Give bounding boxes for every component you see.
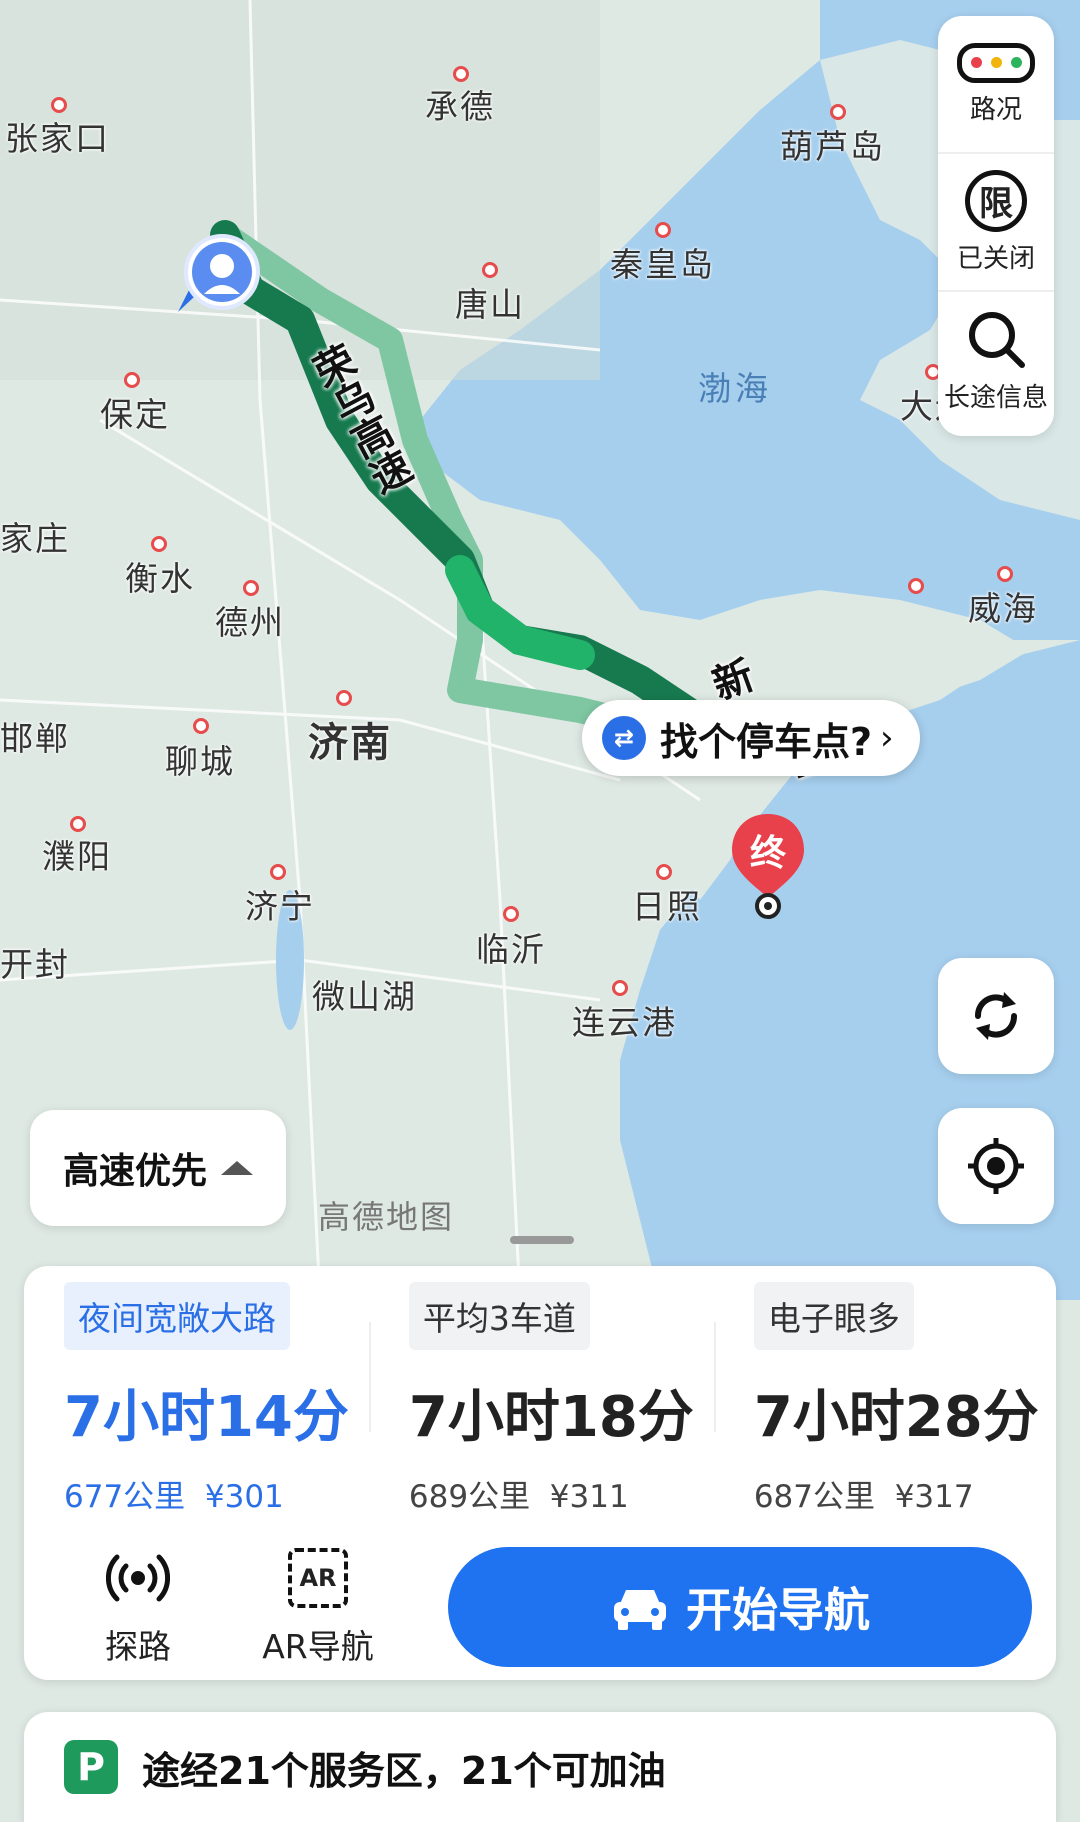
city-label: 连云港: [572, 1003, 677, 1042]
city-dot: [908, 578, 924, 594]
parking-tip-text: 找个停车点?: [660, 719, 873, 764]
city-dot: [70, 816, 86, 832]
ar-label: AR导航: [262, 1627, 374, 1666]
long-trip-label: 长途信息: [943, 382, 1048, 413]
start-navigation-label: 开始导航: [686, 1583, 870, 1637]
route-distance: 689公里: [408, 1479, 531, 1515]
city-dot: [336, 690, 352, 706]
city-label: 秦皇岛: [610, 245, 715, 284]
restriction-icon: 限: [965, 169, 1027, 232]
map-watermark: 高德地图: [318, 1198, 455, 1236]
explore-label: 探路: [105, 1627, 171, 1666]
route-meta: 677公里 ¥301: [64, 1471, 349, 1516]
parking-service-icon: P: [64, 1740, 118, 1794]
city-dot: [830, 104, 846, 120]
city-label: 唐山: [455, 285, 525, 324]
city-label: 德州: [215, 603, 285, 642]
city-label: 聊城: [165, 742, 235, 781]
search-icon: [969, 311, 1025, 368]
city-label: 济南: [308, 720, 392, 766]
traffic-label: 路况: [969, 94, 1022, 125]
route-duration: 7小时18分: [408, 1385, 694, 1450]
city-label: 衡水: [125, 559, 195, 598]
route-toll: ¥311: [549, 1479, 629, 1515]
route-preference-label: 高速优先: [62, 1151, 207, 1192]
chevron-right-icon: ›: [880, 718, 894, 758]
start-location-marker[interactable]: [170, 220, 270, 324]
caret-up-icon: [221, 1161, 253, 1175]
city-dot: [612, 980, 628, 996]
parking-icon: ⇄: [602, 716, 646, 760]
sea-label: 渤海: [698, 369, 772, 408]
city-dot: [51, 97, 67, 113]
route-duration: 7小时28分: [753, 1385, 1039, 1450]
route-preference-button[interactable]: 高速优先: [30, 1110, 286, 1226]
city-label: 保定: [100, 395, 170, 434]
route-distance: 687公里: [753, 1479, 875, 1515]
route-toll: ¥301: [204, 1479, 284, 1515]
route-meta: 687公里 ¥317: [754, 1471, 1039, 1516]
ar-icon: AR: [288, 1548, 348, 1608]
service-area-text: 途经21个服务区，21个可加油: [142, 1748, 666, 1793]
broadcast-icon: [106, 1554, 170, 1602]
navigation-actions: 探路 AR AR导航 开始导航: [24, 1516, 1056, 1668]
ar-navigation-button[interactable]: AR AR导航: [228, 1546, 408, 1668]
destination-marker[interactable]: 终: [728, 810, 808, 920]
route-option-3[interactable]: 电子眼多 7小时28分 687公里 ¥317: [713, 1282, 1059, 1516]
traffic-toggle[interactable]: 路况: [938, 16, 1054, 154]
service-area-card[interactable]: P 途经21个服务区，21个可加油: [24, 1712, 1056, 1822]
city-dot: [656, 864, 672, 880]
city-label: 微山湖: [312, 977, 417, 1016]
city-label: 承德: [425, 87, 495, 126]
route-option-1[interactable]: 夜间宽敞大路 7小时14分 677公里 ¥301: [24, 1282, 369, 1516]
city-label: 张家口: [5, 119, 110, 158]
map-background: [0, 0, 1080, 1300]
city-dot: [453, 66, 469, 82]
city-dot: [503, 906, 519, 922]
route-options-card: 夜间宽敞大路 7小时14分 677公里 ¥301 平均3车道 7小时18分 68…: [24, 1266, 1056, 1680]
restriction-toggle[interactable]: 限 已关闭: [938, 154, 1054, 292]
city-label: 葫芦岛: [780, 127, 885, 166]
explore-route-button[interactable]: 探路: [48, 1546, 228, 1668]
city-label: 日照: [632, 887, 702, 926]
refresh-route-button[interactable]: [938, 958, 1054, 1074]
city-label: 濮阳: [42, 837, 112, 876]
route-distance: 677公里: [64, 1479, 186, 1515]
map-view[interactable]: 张家口 承德 葫芦岛 唐山 秦皇岛 保定 家庄 衡水 德州 济南 邯郸 聊城 濮…: [0, 0, 1080, 1300]
route-toll: ¥317: [894, 1479, 974, 1515]
locate-icon: [968, 1138, 1024, 1194]
city-dot: [997, 566, 1013, 582]
route-tag: 夜间宽敞大路: [64, 1282, 290, 1350]
city-label: 威海: [968, 589, 1038, 628]
city-label: 家庄: [0, 519, 70, 558]
start-navigation-button[interactable]: 开始导航: [448, 1547, 1032, 1667]
route-duration: 7小时14分: [64, 1385, 349, 1450]
car-icon: [614, 1590, 666, 1630]
city-dot: [270, 864, 286, 880]
restriction-label: 已关闭: [956, 243, 1035, 274]
city-dot: [655, 222, 671, 238]
city-label: 开封: [0, 945, 70, 984]
drag-handle[interactable]: [510, 1236, 574, 1244]
city-dot: [193, 718, 209, 734]
route-tag: 平均3车道: [408, 1282, 590, 1350]
city-dot: [482, 262, 498, 278]
city-dot: [124, 372, 140, 388]
route-meta: 689公里 ¥311: [409, 1471, 694, 1516]
route-option-2[interactable]: 平均3车道 7小时18分 689公里 ¥311: [368, 1282, 714, 1516]
city-label: 邯郸: [0, 719, 70, 758]
city-label: 济宁: [245, 887, 315, 926]
locate-me-button[interactable]: [938, 1108, 1054, 1224]
refresh-icon: [975, 992, 1017, 1040]
route-options: 夜间宽敞大路 7小时14分 677公里 ¥301 平均3车道 7小时18分 68…: [24, 1266, 1056, 1516]
city-dot: [151, 536, 167, 552]
parking-tip-bubble[interactable]: ⇄ 找个停车点? ›: [582, 700, 920, 776]
traffic-light-icon: [957, 42, 1035, 83]
long-trip-info-button[interactable]: 长途信息: [938, 292, 1054, 428]
city-dot: [243, 580, 259, 596]
map-layers-panel: 路况 限 已关闭 长途信息: [938, 16, 1054, 436]
route-tag: 电子眼多: [753, 1282, 914, 1350]
city-label: 临沂: [476, 930, 546, 969]
end-marker-glyph: 终: [749, 833, 786, 874]
